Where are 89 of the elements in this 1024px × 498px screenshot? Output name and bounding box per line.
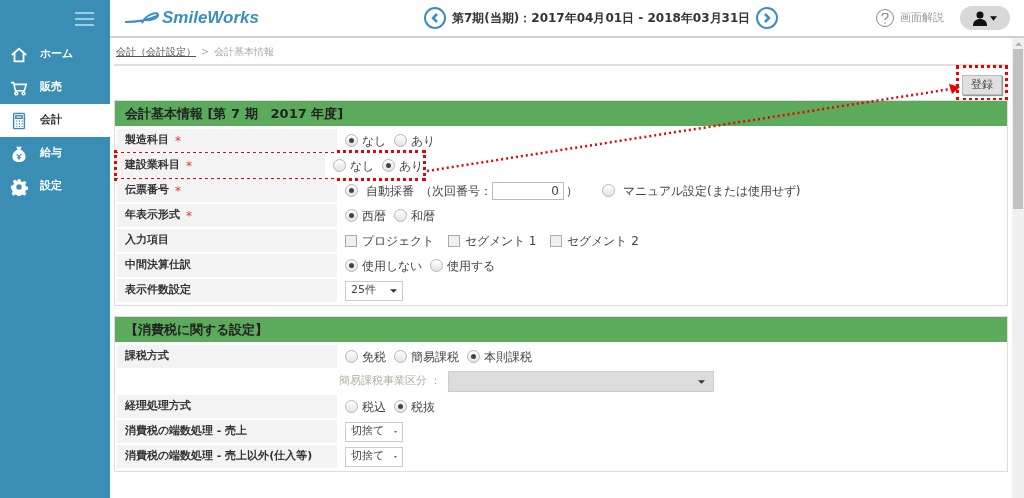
radio-button[interactable] <box>345 350 358 363</box>
checkbox[interactable] <box>448 234 460 247</box>
radio-button[interactable] <box>345 134 358 147</box>
dropdown[interactable]: 切捨て <box>345 446 403 467</box>
radio-button[interactable] <box>345 259 358 272</box>
section-title: 【消費税に関する設定】 <box>125 320 268 339</box>
number-field[interactable]: 0 <box>492 181 564 200</box>
option-label: 税込 <box>362 398 386 416</box>
chevron-right-icon <box>763 13 772 23</box>
option-label: 使用しない <box>362 257 422 275</box>
field-label: 年表示形式 <box>125 207 180 224</box>
sidebar-item[interactable]: 設定 <box>0 170 110 203</box>
field-label: 中間決算仕訳 <box>125 257 191 274</box>
radio-button[interactable] <box>394 209 407 222</box>
caret-icon <box>990 15 997 21</box>
field-label: 建設業科目 <box>125 157 180 174</box>
required-mark: * <box>175 182 181 200</box>
breadcrumb-link[interactable]: 会計（会計設定） <box>116 43 196 59</box>
scroll-up-arrow-icon[interactable] <box>1014 42 1022 46</box>
radio-button[interactable] <box>602 184 615 197</box>
user-menu-button[interactable] <box>960 6 1010 30</box>
option-label: 免税 <box>362 348 386 366</box>
logo-icon <box>124 10 160 26</box>
radio-button[interactable] <box>394 400 407 413</box>
dropdown[interactable]: 25件 <box>345 280 403 301</box>
scrollbar-thumb[interactable] <box>1013 49 1023 209</box>
field-label: 経理処理方式 <box>125 398 191 415</box>
option-label: 簡易課税 <box>411 348 459 366</box>
required-mark: * <box>175 132 181 150</box>
next-period-button[interactable] <box>756 7 779 29</box>
radio-button[interactable] <box>394 134 407 147</box>
sidebar-item[interactable]: 会計 <box>0 104 110 137</box>
next-number-label: （次回番号： <box>420 182 492 200</box>
option-label: あり <box>411 132 435 150</box>
checkbox[interactable] <box>550 234 563 247</box>
checkbox[interactable] <box>345 234 357 247</box>
field-label: 製造科目 <box>125 132 169 149</box>
radio-button[interactable] <box>467 350 480 363</box>
required-mark: * <box>186 157 192 175</box>
sidebar-item[interactable]: 給与 <box>0 137 110 170</box>
radio-button[interactable] <box>382 159 395 172</box>
sidebar-item[interactable]: ホーム <box>0 38 110 71</box>
required-mark: * <box>186 207 192 225</box>
radio-button[interactable] <box>345 209 358 222</box>
field-label: 表示件数設定 <box>125 282 191 299</box>
option-label: セグメント 2 <box>567 232 639 250</box>
calculator-icon <box>10 111 28 130</box>
breadcrumb-text: 会計基本情報 <box>214 44 275 59</box>
help-icon <box>881 12 889 24</box>
user-icon <box>973 10 987 26</box>
logo-text: SmileWorks <box>162 7 259 30</box>
option-label: プロジェクト <box>362 232 434 250</box>
option-label: マニュアル設定(または使用せず) <box>623 182 801 200</box>
radio-button[interactable] <box>430 259 443 272</box>
option-label: 自動採番 <box>366 182 414 200</box>
dropdown[interactable]: 切捨て <box>345 421 403 442</box>
money-bag-icon <box>10 144 28 163</box>
breadcrumb-text: > <box>201 44 210 59</box>
option-label: セグメント 1 <box>465 232 537 250</box>
option-label: あり <box>399 157 423 175</box>
sidebar-item[interactable]: 販売 <box>0 71 110 104</box>
radio-button[interactable] <box>345 184 358 197</box>
previous-period-button[interactable] <box>424 7 446 29</box>
field-label: 伝票番号 <box>125 182 169 199</box>
menu-icon[interactable] <box>75 12 94 26</box>
option-label: 西暦 <box>362 207 386 225</box>
radio-button[interactable] <box>333 159 346 172</box>
option-label: 税抜 <box>411 398 435 416</box>
field-label: 課税方式 <box>125 348 169 365</box>
field-label: 入力項目 <box>125 232 169 249</box>
section-title: 会計基本情報 [第 7 期 2017 年度] <box>125 104 344 123</box>
field-label: 消費税の端数処理 - 売上 <box>125 423 248 440</box>
period-title: 第7期(当期)：2017年04月01日 - 2018年03月31日 <box>452 10 751 27</box>
radio-button[interactable] <box>345 400 358 413</box>
home-icon <box>10 45 28 64</box>
option-label: 和暦 <box>411 207 435 225</box>
bracket-label: ） <box>566 182 578 200</box>
caret-icon <box>390 288 397 293</box>
radio-button[interactable] <box>394 350 407 363</box>
gear-icon <box>10 177 28 196</box>
save-button[interactable]: 登録 <box>962 75 1002 96</box>
option-label: 使用する <box>447 257 495 275</box>
option-label: なし <box>362 132 386 150</box>
field-label: 簡易課税事業区分 ： <box>339 373 442 390</box>
option-label: 本則課税 <box>484 348 532 366</box>
chevron-left-icon <box>431 13 439 23</box>
option-label: なし <box>350 157 374 175</box>
caret-icon <box>697 379 705 384</box>
field-label: 消費税の端数処理 - 売上以外(仕入等) <box>125 448 313 465</box>
